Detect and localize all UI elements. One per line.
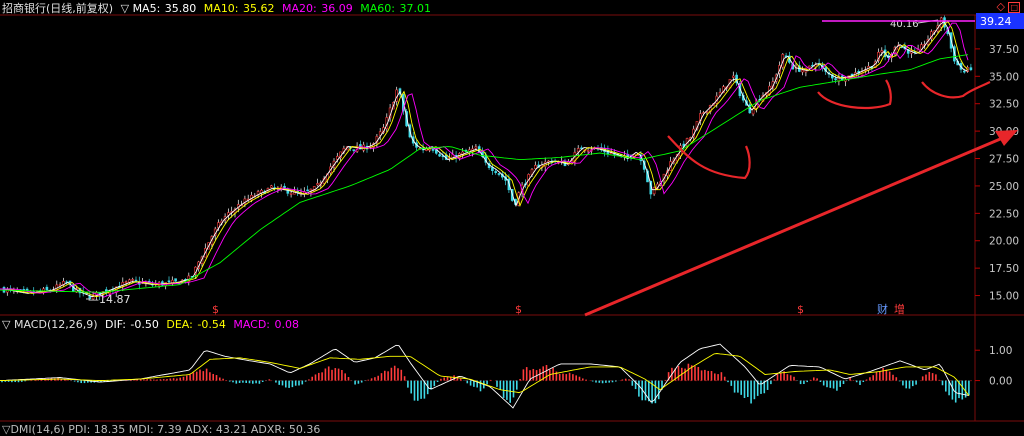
- dif-value: -0.50: [130, 318, 159, 331]
- dmi-header: ▽DMI(14,6) PDI: 18.35 MDI: 7.39 ADX: 43.…: [2, 423, 321, 436]
- chart-canvas: 15.0017.5020.0022.5025.0027.5030.0032.50…: [0, 13, 1024, 422]
- macd-lines: [0, 343, 970, 409]
- price-ytick-label: 37.50: [989, 44, 1019, 56]
- price-ytick-label: 25.00: [989, 181, 1019, 193]
- price-ytick-label: 35.00: [989, 71, 1019, 83]
- low-price-label: —14.87: [88, 293, 131, 306]
- candle-body: [167, 280, 171, 283]
- capital-increase-marker: 增: [894, 302, 905, 316]
- dif-label: DIF:: [105, 318, 126, 331]
- window-controls: ◇ □: [996, 0, 1020, 13]
- diamond-icon[interactable]: ◇: [996, 0, 1004, 13]
- annotation-curve: [817, 79, 892, 110]
- candle-body: [652, 187, 656, 195]
- candle-body: [474, 146, 478, 149]
- candle-body: [801, 69, 804, 73]
- finance-report-marker: 财: [877, 302, 888, 316]
- candle-body: [128, 279, 131, 283]
- candle-body: [289, 192, 293, 195]
- ma60-line: [0, 54, 969, 293]
- candle-body: [807, 65, 811, 69]
- dea-value: -0.54: [197, 318, 226, 331]
- price-ytick-label: 27.50: [989, 154, 1019, 166]
- price-ytick-label: 15.00: [989, 291, 1019, 303]
- ma20-label: MA20:: [282, 2, 317, 15]
- candle-body: [352, 149, 356, 151]
- current-price-value: 39.24: [980, 15, 1012, 28]
- candle-body: [880, 50, 884, 53]
- candle-body: [834, 78, 837, 81]
- price-ytick-label: 17.50: [989, 263, 1019, 275]
- candle-body: [131, 279, 134, 281]
- dea-line: [0, 353, 970, 396]
- price-ytick-label: 22.50: [989, 208, 1019, 220]
- candle-body: [586, 149, 590, 152]
- macd-header: ▽ MACD(12,26,9) DIF: -0.50 DEA: -0.54 MA…: [2, 318, 303, 331]
- candle-body: [438, 154, 441, 157]
- annotation-curve: [921, 81, 991, 99]
- ma60-label: MA60:: [360, 2, 395, 15]
- price-header: 招商银行(日线,前复权) ▽ MA5: 35.80 MA10: 35.62 MA…: [2, 2, 435, 15]
- dif-line: [0, 343, 970, 409]
- candle-body: [731, 75, 735, 78]
- candle-body: [306, 189, 309, 192]
- candle-body: [45, 286, 49, 291]
- ma20-value: 36.09: [321, 2, 353, 15]
- macd-name: MACD(12,26,9): [13, 318, 98, 331]
- macd-ytick-label: 0.00: [989, 376, 1012, 388]
- candle-body: [969, 67, 973, 71]
- candle-body: [269, 185, 273, 188]
- ma60-value: 37.01: [399, 2, 431, 15]
- restore-icon[interactable]: □: [1008, 2, 1020, 13]
- price-candles: [2, 15, 973, 301]
- ma10-line: [0, 20, 969, 298]
- ma-toggle-icon[interactable]: ▽: [121, 2, 129, 15]
- price-yaxis: 15.0017.5020.0022.5025.0027.5030.0032.50…: [975, 44, 1019, 303]
- macd-toggle-icon[interactable]: ▽: [2, 318, 10, 331]
- ma5-value: 35.80: [164, 2, 197, 15]
- candle-body: [494, 171, 498, 173]
- macd-ytick-label: 1.00: [989, 345, 1012, 357]
- price-ytick-label: 32.50: [989, 99, 1019, 111]
- macd-label: MACD:: [233, 318, 271, 331]
- price-ytick-label: 20.00: [989, 236, 1019, 248]
- macd-yaxis: 1.00 0.00: [975, 345, 1012, 388]
- ma-lines: [0, 20, 969, 298]
- macd-histogram: [1, 363, 970, 404]
- candle-body: [279, 186, 283, 189]
- candle-body: [533, 165, 537, 169]
- dividend-marker: $: [797, 303, 804, 316]
- stock-title: 招商银行(日线,前复权): [2, 2, 114, 15]
- candle-body: [124, 281, 128, 284]
- macd-value: 0.08: [274, 318, 300, 331]
- candle-body: [174, 278, 177, 282]
- ma10-value: 35.62: [243, 2, 275, 15]
- candle-body: [576, 148, 580, 153]
- candle-body: [134, 279, 138, 282]
- candle-body: [962, 70, 966, 73]
- dividend-marker: $: [212, 303, 219, 316]
- candle-body: [497, 173, 501, 175]
- dividend-marker: $: [515, 303, 522, 316]
- event-markers: $ $ $ 财增: [212, 302, 905, 316]
- candle-body: [491, 167, 494, 171]
- ma10-label: MA10:: [203, 2, 239, 15]
- ma5-label: MA5:: [132, 2, 161, 15]
- candle-body: [316, 183, 319, 186]
- dea-label: DEA:: [166, 318, 193, 331]
- candle-body: [939, 17, 943, 28]
- candle-body: [58, 284, 62, 286]
- ma5-line: [0, 20, 969, 298]
